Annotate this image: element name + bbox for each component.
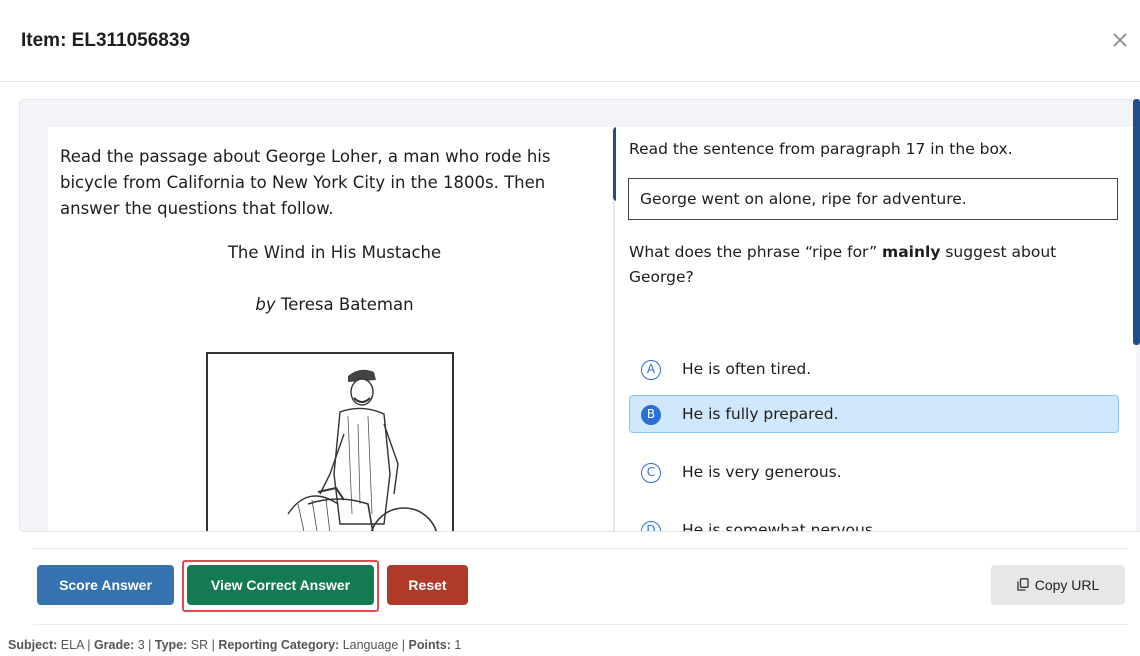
author-name: Teresa Bateman [280,295,414,314]
reporting-category-label: Reporting Category: [218,638,340,652]
footer-divider-2 [33,624,1128,625]
question-stem: What does the phrase “ripe for” mainly s… [629,240,1109,290]
answer-option-b[interactable]: B He is fully prepared. [629,395,1119,433]
quoted-sentence: George went on alone, ripe for adventure… [640,190,967,208]
option-text: He is often tired. [682,360,812,378]
copy-url-label: Copy URL [1034,577,1100,593]
answer-option-a[interactable]: A He is often tired. [629,350,1119,388]
item-metadata: Subject: ELA | Grade: 3 | Type: SR | Rep… [8,638,462,652]
close-icon [1113,33,1127,47]
answer-option-c[interactable]: C He is very generous. [629,453,1119,491]
view-correct-answer-button[interactable]: View Correct Answer [187,565,374,605]
grade-label: Grade: [93,638,135,652]
score-answer-button[interactable]: Score Answer [37,565,174,605]
reporting-category-value: Language [342,638,399,652]
quoted-sentence-box: George went on alone, ripe for adventure… [628,178,1118,220]
type-value: SR [190,638,209,652]
question-stem-emphasis: mainly [882,243,941,261]
copy-icon [1017,578,1029,591]
question-stem-part1: What does the phrase “ripe for” [629,243,883,261]
points-value: 1 [454,638,462,652]
option-text: He is somewhat nervous. [682,521,878,532]
modal-header: Item: EL311056839 [0,0,1140,82]
grade-value: 3 [137,638,145,652]
item-content-panel: Read the passage about George Loher, a m… [19,99,1140,532]
copy-url-button[interactable]: Copy URL [991,565,1125,605]
modal-title: Item: EL311056839 [21,30,191,51]
question-intro: Read the sentence from paragraph 17 in t… [629,140,1013,158]
subject-value: ELA [60,638,84,652]
question-scrollbar[interactable] [1133,99,1140,345]
passage-title: The Wind in His Mustache [227,243,442,262]
subject-label: Subject: [8,638,58,652]
type-label: Type: [154,638,188,652]
option-letter: B [641,405,661,425]
man-with-bicycle-illustration [206,352,454,531]
answer-option-d[interactable]: D He is somewhat nervous. [629,511,1119,532]
option-letter: C [641,463,661,483]
option-text: He is fully prepared. [682,405,839,423]
author-prefix: by [255,295,276,314]
footer-divider [33,548,1128,549]
reset-button[interactable]: Reset [387,565,468,605]
option-text: He is very generous. [682,463,842,481]
question-pane: Read the sentence from paragraph 17 in t… [616,127,1136,532]
option-letter: D [641,521,661,531]
option-letter: A [641,360,661,380]
passage-author: by Teresa Bateman [48,295,621,314]
close-button[interactable] [1104,22,1136,58]
passage-intro: Read the passage about George Loher, a m… [60,147,551,218]
passage-pane[interactable]: Read the passage about George Loher, a m… [48,127,621,531]
points-label: Points: [408,638,451,652]
